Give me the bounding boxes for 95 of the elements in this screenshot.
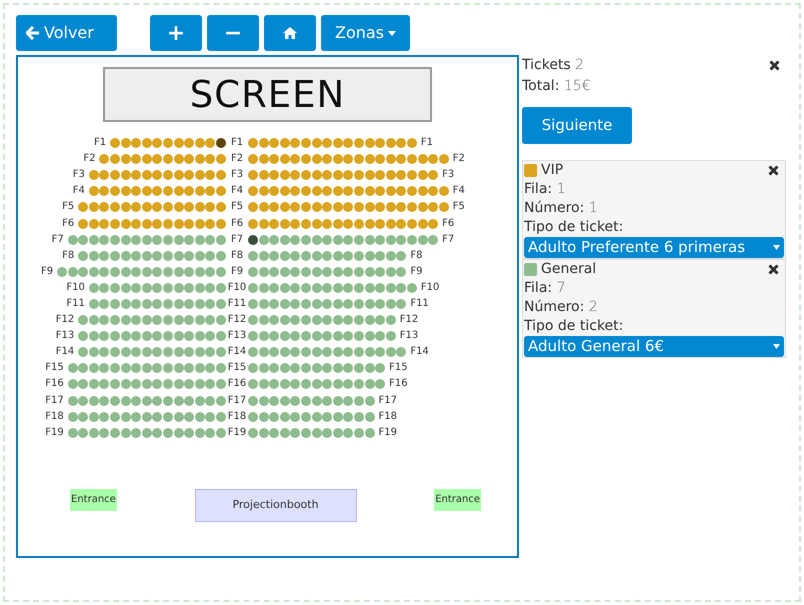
- zoom-out-button[interactable]: −: [207, 15, 259, 51]
- row-label: F19: [378, 428, 398, 438]
- seat-number-label: Número:: [524, 299, 584, 315]
- row-label: F8: [230, 250, 244, 261]
- total-value: 15€: [564, 78, 591, 94]
- close-icon[interactable]: [768, 264, 779, 275]
- row-label: F15: [226, 363, 248, 374]
- entrance-area: Entrance: [70, 488, 117, 511]
- next-button[interactable]: Siguiente: [522, 107, 632, 144]
- row-label: F2: [83, 154, 96, 164]
- ticket-type-select[interactable]: Adulto Preferente 6 primeras: [524, 237, 784, 258]
- caret-icon: [773, 245, 780, 250]
- row-label: F8: [62, 250, 74, 261]
- row-label: F3: [72, 170, 85, 180]
- zoom-in-button[interactable]: +: [150, 15, 202, 51]
- row-label: F10: [226, 282, 248, 293]
- ticket-type-label: Tipo de ticket:: [524, 318, 624, 334]
- selected-seat[interactable]: [216, 138, 226, 148]
- caret-icon: [388, 30, 396, 36]
- row-label: F13: [400, 331, 418, 342]
- row-label: F12: [226, 315, 248, 326]
- row-label: F12: [56, 315, 74, 326]
- row-label: F13: [226, 331, 248, 342]
- ticket-type-select[interactable]: Adulto General 6€: [524, 336, 784, 357]
- row-label: Fila:: [524, 181, 552, 197]
- row-label: F15: [45, 363, 64, 374]
- row-label: F1: [94, 138, 106, 148]
- row-label: F9: [40, 266, 54, 277]
- row-label: F4: [452, 186, 465, 196]
- row-label: F14: [56, 347, 74, 358]
- close-icon[interactable]: [769, 60, 780, 71]
- row-label: Fila:: [524, 280, 552, 296]
- row-label: F18: [226, 412, 248, 422]
- row-label: F19: [45, 428, 64, 438]
- row-label: F11: [66, 298, 85, 309]
- seat-number-value: 1: [588, 200, 598, 216]
- row-label: F2: [230, 154, 244, 164]
- row-label: F11: [410, 298, 429, 309]
- row-label: F14: [410, 347, 429, 358]
- row-label: F18: [378, 412, 398, 422]
- caret-icon: [773, 344, 780, 349]
- close-icon[interactable]: [768, 165, 779, 176]
- tickets-count: 2: [575, 57, 584, 73]
- row-label: F1: [420, 138, 434, 148]
- zone-name: General: [541, 260, 596, 279]
- row-label: F10: [420, 282, 440, 293]
- row-label: F7: [52, 234, 64, 245]
- row-label: F15: [389, 363, 408, 374]
- row-value: 7: [556, 280, 566, 296]
- row-label: F5: [62, 202, 74, 212]
- tickets-label: Tickets: [522, 57, 571, 73]
- row-label: F19: [226, 428, 248, 438]
- seat-number-value: 2: [588, 299, 598, 315]
- row-label: F18: [45, 412, 64, 422]
- row-label: F10: [66, 282, 85, 293]
- row-label: F9: [410, 266, 422, 277]
- row-label: F12: [400, 315, 418, 326]
- row-label: F16: [389, 379, 408, 390]
- row-label: F6: [62, 218, 74, 229]
- row-label: F11: [226, 298, 248, 309]
- arrow-left-icon: [26, 26, 40, 40]
- row-label: F2: [452, 154, 465, 164]
- projection-booth: Projectionbooth: [194, 488, 356, 522]
- row-label: F7: [442, 234, 454, 245]
- ticket-type-label: Tipo de ticket:: [524, 219, 624, 235]
- row-label: F3: [442, 170, 454, 180]
- row-value: 1: [556, 181, 566, 197]
- entrance-area: Entrance: [434, 488, 481, 511]
- total-label: Total:: [522, 78, 560, 94]
- row-label: F4: [230, 186, 244, 196]
- back-button[interactable]: Volver: [16, 15, 117, 51]
- row-label: F16: [45, 379, 64, 390]
- row-label: F17: [226, 396, 248, 406]
- row-label: F4: [72, 186, 85, 196]
- row-label: F17: [378, 396, 398, 406]
- seat-number-label: Número:: [524, 200, 584, 216]
- screen-label: SCREEN: [103, 67, 432, 122]
- row-label: F6: [230, 218, 244, 229]
- zones-button[interactable]: Zonas: [321, 15, 410, 51]
- row-label: F6: [442, 218, 454, 229]
- row-label: F5: [230, 202, 244, 212]
- home-button[interactable]: [264, 15, 316, 51]
- row-label: F13: [56, 331, 74, 342]
- zone-name: VIP: [541, 161, 564, 180]
- row-label: F14: [226, 347, 248, 358]
- row-label: F8: [410, 250, 422, 261]
- row-label: F3: [230, 170, 244, 180]
- row-label: F17: [45, 396, 64, 406]
- row-label: F7: [230, 234, 244, 245]
- home-icon: [283, 27, 297, 39]
- row-label: F5: [452, 202, 465, 212]
- row-label: F16: [226, 379, 248, 390]
- row-label: F9: [230, 266, 244, 277]
- selected-seat[interactable]: [248, 234, 258, 245]
- row-label: F1: [230, 138, 244, 148]
